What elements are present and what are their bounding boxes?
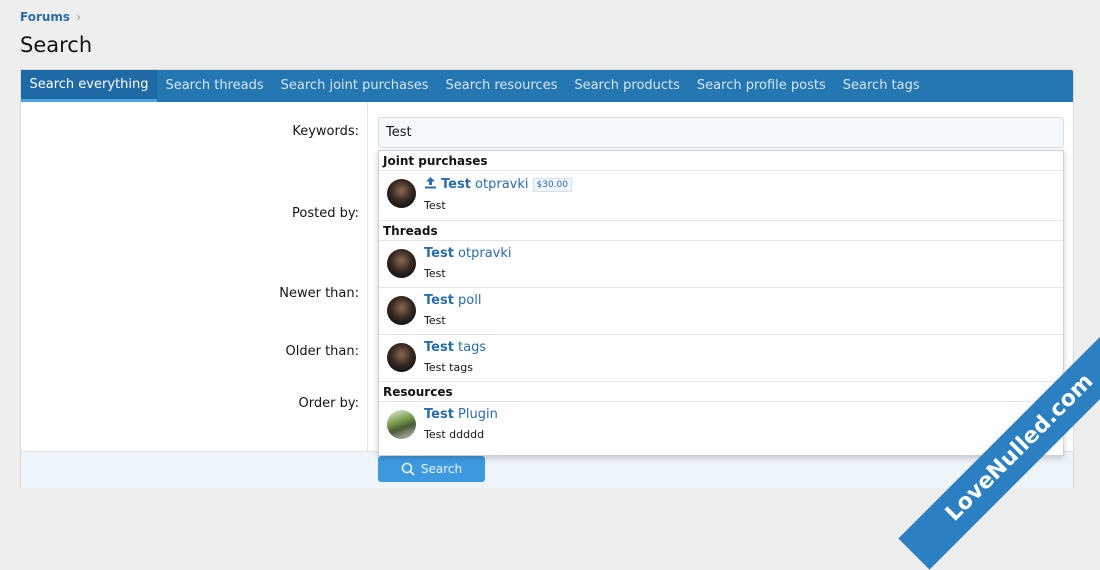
search-tabs: Search everything Search threads Search … (21, 70, 1073, 102)
search-button-label: Search (420, 462, 463, 476)
result-title-match: Test (424, 293, 454, 308)
resource-icon (387, 410, 416, 439)
result-title-match: Test (424, 340, 454, 355)
tab-search-joint-purchases[interactable]: Search joint purchases (272, 70, 437, 102)
tab-search-products[interactable]: Search products (566, 70, 689, 102)
list-item[interactable]: Test Plugin Test ddddd (379, 402, 1063, 449)
group-header-threads: Threads (379, 221, 1063, 241)
avatar (387, 179, 416, 208)
autocomplete-dropdown: Joint purchases Test otpravki $30.00 Test… (378, 150, 1064, 456)
group-header-resources: Resources (379, 382, 1063, 402)
breadcrumb: Forums › (20, 10, 81, 24)
result-title: otpravki (470, 177, 529, 192)
search-panel: Search everything Search threads Search … (20, 69, 1074, 488)
search-button[interactable]: Search (378, 456, 485, 482)
result-snippet: Test (424, 199, 446, 212)
result-title: Plugin (453, 407, 498, 422)
form-footer (21, 451, 1073, 488)
tab-search-everything[interactable]: Search everything (21, 70, 157, 102)
list-item[interactable]: Test tags Test tags (379, 335, 1063, 382)
result-title-match: Test (424, 407, 454, 422)
older-than-label: Older than: (285, 344, 360, 359)
result-title: otpravki (453, 246, 512, 261)
tab-search-resources[interactable]: Search resources (437, 70, 566, 102)
upload-icon (425, 177, 436, 189)
keywords-label: Keywords: (292, 124, 359, 139)
page-title: Search (20, 33, 93, 57)
list-item[interactable]: Test otpravki $30.00 Test (379, 171, 1063, 221)
result-title-match: Test (424, 246, 454, 261)
result-snippet: Test (424, 314, 446, 327)
avatar (387, 343, 416, 372)
price-badge: $30.00 (532, 178, 573, 192)
label-column: Keywords: Posted by: Newer than: Older t… (21, 102, 368, 451)
tab-search-profile-posts[interactable]: Search profile posts (688, 70, 834, 102)
avatar (387, 249, 416, 278)
tab-search-threads[interactable]: Search threads (157, 70, 272, 102)
order-by-label: Order by: (298, 396, 359, 411)
list-item[interactable]: Test poll Test (379, 288, 1063, 335)
search-icon (401, 462, 415, 476)
avatar (387, 296, 416, 325)
result-title: tags (453, 340, 487, 355)
newer-than-label: Newer than: (279, 286, 359, 301)
list-item[interactable]: Test otpravki Test (379, 241, 1063, 288)
result-snippet: Test ddddd (424, 428, 485, 441)
result-title: poll (453, 293, 482, 308)
result-snippet: Test tags (424, 361, 473, 374)
chevron-right-icon: › (76, 10, 81, 24)
result-snippet: Test (424, 267, 446, 280)
result-title-match: Test (441, 177, 471, 192)
tab-search-tags[interactable]: Search tags (834, 70, 928, 102)
breadcrumb-forums[interactable]: Forums (20, 10, 70, 24)
posted-by-label: Posted by: (292, 206, 359, 221)
keywords-input[interactable]: Test (378, 117, 1064, 148)
group-header-joint-purchases: Joint purchases (379, 151, 1063, 171)
